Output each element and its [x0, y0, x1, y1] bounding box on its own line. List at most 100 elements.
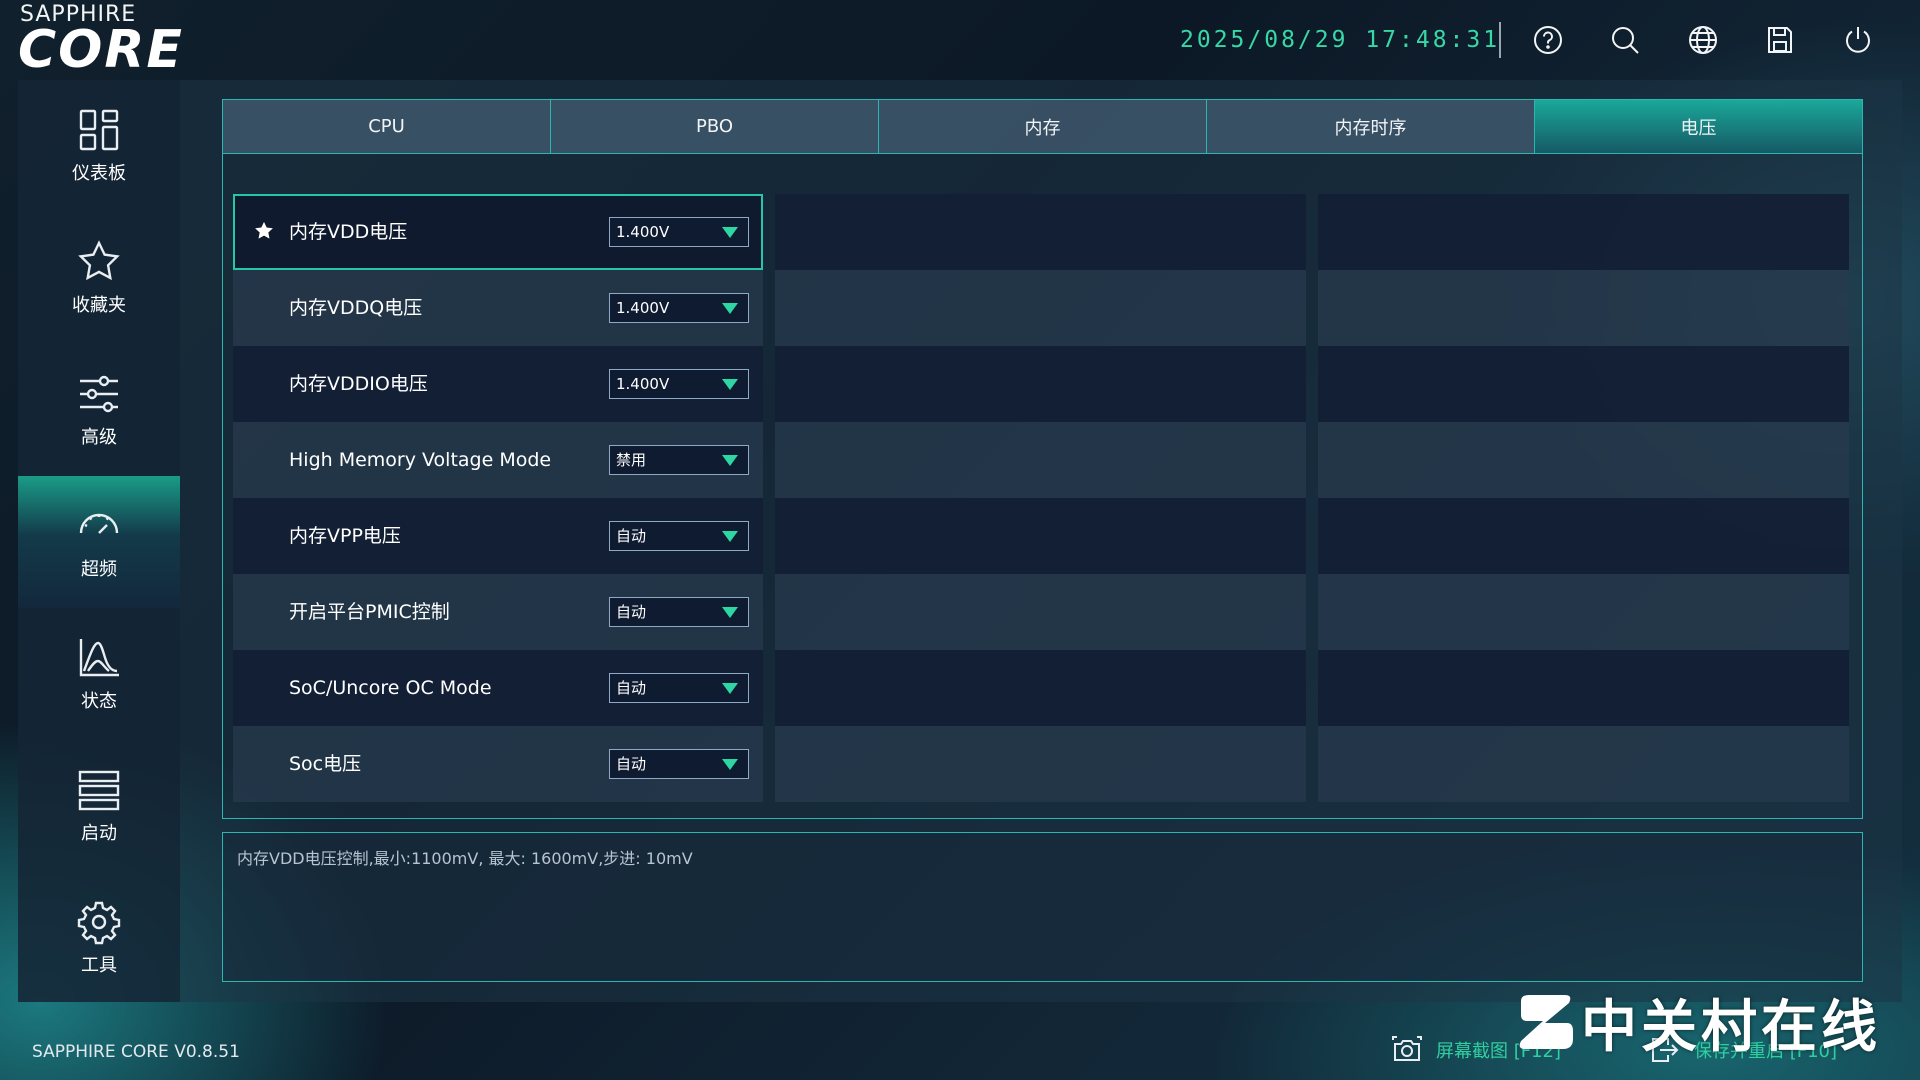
setting-row[interactable]: 内存VDD电压 1.400V — [233, 194, 1859, 270]
setting-cell: SoC/Uncore OC Mode 自动 — [233, 650, 763, 726]
sidebar-item-label: 高级 — [81, 427, 117, 448]
tab-memory[interactable]: 内存 — [879, 100, 1207, 154]
setting-label: SoC/Uncore OC Mode — [289, 677, 492, 699]
empty-cell — [775, 194, 1306, 270]
dropdown-arrow-icon — [722, 227, 738, 238]
empty-cell — [775, 498, 1306, 574]
sidebar-item-status[interactable]: 状态 — [18, 608, 180, 740]
tab-pbo[interactable]: PBO — [551, 100, 879, 154]
tab-voltage[interactable]: 电压 — [1535, 100, 1862, 154]
empty-cell — [775, 270, 1306, 346]
power-icon[interactable] — [1838, 20, 1878, 60]
tab-cpu[interactable]: CPU — [223, 100, 551, 154]
empty-cell — [775, 726, 1306, 802]
empty-cell — [775, 346, 1306, 422]
dropdown-value: 1.400V — [616, 223, 670, 241]
help-icon[interactable] — [1528, 20, 1568, 60]
empty-cell — [1318, 498, 1849, 574]
watermark-text: 中关村在线 — [1581, 994, 1881, 1060]
setting-dropdown[interactable]: 禁用 — [609, 445, 749, 475]
empty-cell — [1318, 574, 1849, 650]
setting-cell: 内存VPP电压 自动 — [233, 498, 763, 574]
setting-dropdown[interactable]: 自动 — [609, 673, 749, 703]
setting-label: 开启平台PMIC控制 — [289, 601, 450, 623]
setting-row[interactable]: Soc电压 自动 — [233, 726, 1859, 802]
sapphire-core-logo: SAPPHIRE CORE — [18, 2, 223, 78]
setting-label: High Memory Voltage Mode — [289, 449, 552, 471]
sidebar-item-dashboard[interactable]: 仪表板 — [18, 80, 180, 212]
setting-cell: 内存VDDIO电压 1.400V — [233, 346, 763, 422]
search-icon[interactable] — [1605, 20, 1645, 60]
header-divider — [1499, 22, 1501, 58]
setting-row[interactable]: SoC/Uncore OC Mode 自动 — [233, 650, 1859, 726]
sidebar-item-label: 仪表板 — [72, 163, 126, 184]
sidebar-item-label: 超频 — [81, 559, 117, 580]
empty-cell — [1318, 346, 1849, 422]
setting-label: 内存VDD电压 — [289, 221, 408, 243]
setting-row[interactable]: 开启平台PMIC控制 自动 — [233, 574, 1859, 650]
settings-panel: CPU PBO 内存 内存时序 电压 内存VDD电压 1.400V 内存VDDQ… — [222, 99, 1863, 819]
zol-logo-icon — [1519, 995, 1573, 1049]
setting-row[interactable]: 内存VDDIO电压 1.400V — [233, 346, 1859, 422]
dropdown-arrow-icon — [722, 379, 738, 390]
dropdown-arrow-icon — [722, 531, 738, 542]
tab-bar: CPU PBO 内存 内存时序 电压 — [223, 100, 1862, 154]
setting-label: Soc电压 — [289, 753, 362, 775]
empty-cell — [775, 422, 1306, 498]
setting-dropdown[interactable]: 1.400V — [609, 369, 749, 399]
gear-icon — [77, 901, 121, 945]
dropdown-arrow-icon — [722, 759, 738, 770]
dropdown-value: 自动 — [616, 603, 647, 621]
dropdown-value: 禁用 — [616, 451, 647, 469]
setting-dropdown[interactable]: 自动 — [609, 597, 749, 627]
dropdown-value: 1.400V — [616, 299, 670, 317]
setting-label: 内存VDDQ电压 — [289, 297, 423, 319]
tab-memory-timing[interactable]: 内存时序 — [1207, 100, 1535, 154]
chart-icon — [79, 639, 119, 677]
sidebar-item-boot[interactable]: 启动 — [18, 740, 180, 872]
star-icon — [78, 240, 120, 281]
datetime-display: 2025/08/29 17:48:31 — [1180, 27, 1501, 53]
dropdown-arrow-icon — [722, 455, 738, 466]
setting-label: 内存VPP电压 — [289, 525, 401, 547]
empty-cell — [1318, 270, 1849, 346]
dropdown-arrow-icon — [722, 683, 738, 694]
setting-dropdown[interactable]: 自动 — [609, 749, 749, 779]
favorite-star-icon — [255, 221, 273, 239]
setting-dropdown[interactable]: 1.400V — [609, 217, 749, 247]
sidebar-item-tools[interactable]: 工具 — [18, 872, 180, 1004]
setting-label: 内存VDDIO电压 — [289, 373, 428, 395]
sliders-icon — [80, 375, 118, 413]
setting-row[interactable]: 内存VPP电压 自动 — [233, 498, 1859, 574]
empty-cell — [1318, 194, 1849, 270]
setting-row[interactable]: 内存VDDQ电压 1.400V — [233, 270, 1859, 346]
watermark: 中关村在线 — [1515, 990, 1881, 1060]
setting-dropdown[interactable]: 自动 — [609, 521, 749, 551]
sidebar-item-favorites[interactable]: 收藏夹 — [18, 212, 180, 344]
setting-row[interactable]: High Memory Voltage Mode 禁用 — [233, 422, 1859, 498]
setting-cell: High Memory Voltage Mode 禁用 — [233, 422, 763, 498]
sidebar-item-overclock[interactable]: 超频 — [18, 476, 180, 608]
globe-icon[interactable] — [1683, 20, 1723, 60]
setting-cell: Soc电压 自动 — [233, 726, 763, 802]
sidebar-item-advanced[interactable]: 高级 — [18, 344, 180, 476]
setting-cell: 开启平台PMIC控制 自动 — [233, 574, 763, 650]
sidebar-item-label: 状态 — [81, 691, 117, 712]
camera-icon — [1392, 1036, 1422, 1061]
empty-cell — [1318, 726, 1849, 802]
sidebar-item-label: 工具 — [81, 955, 117, 976]
setting-dropdown[interactable]: 1.400V — [609, 293, 749, 323]
dropdown-value: 自动 — [616, 527, 647, 545]
setting-cell: 内存VDDQ电压 1.400V — [233, 270, 763, 346]
version-label: SAPPHIRE CORE V0.8.51 — [32, 1042, 240, 1062]
dropdown-arrow-icon — [722, 303, 738, 314]
empty-cell — [1318, 650, 1849, 726]
save-icon[interactable] — [1760, 20, 1800, 60]
dropdown-value: 1.400V — [616, 375, 670, 393]
boot-list-icon — [78, 770, 120, 811]
setting-cell: 内存VDD电压 1.400V — [233, 194, 763, 270]
empty-cell — [1318, 422, 1849, 498]
logo-product-text: CORE — [18, 20, 184, 80]
dropdown-value: 自动 — [616, 679, 647, 697]
dropdown-value: 自动 — [616, 755, 647, 773]
